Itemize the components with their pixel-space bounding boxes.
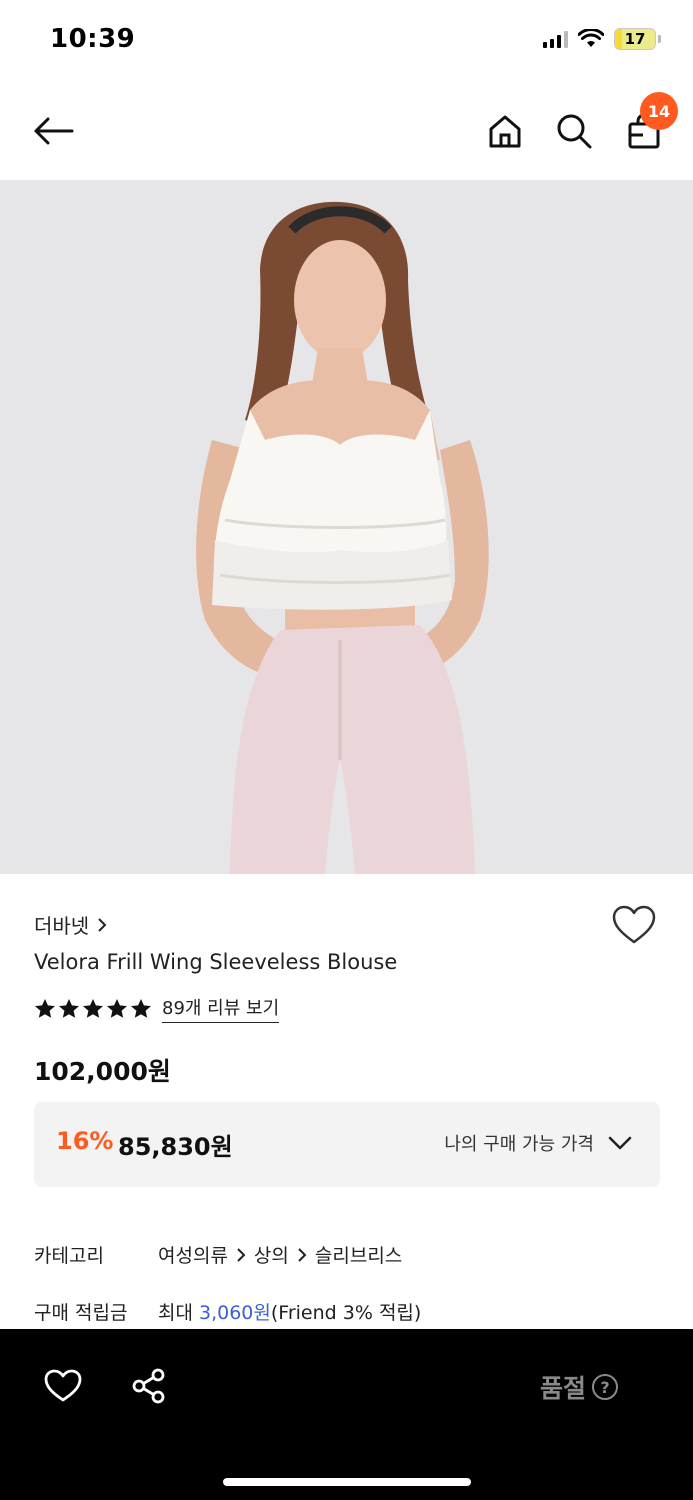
category-item-1[interactable]: 여성의류: [158, 1241, 228, 1268]
wishlist-button[interactable]: [612, 905, 660, 949]
bottom-action-bar: 품절 ?: [0, 1329, 693, 1500]
category-row: 카테고리 여성의류 상의 슬리브리스: [34, 1241, 402, 1268]
brand-name: 더바넷: [34, 914, 90, 938]
star-icon: [83, 999, 103, 1018]
rating-stars: [34, 998, 152, 1019]
star-icon: [107, 999, 127, 1018]
category-path: 여성의류 상의 슬리브리스: [158, 1241, 402, 1268]
points-value: 최대 3,060원(Friend 3% 적립): [158, 1298, 421, 1325]
points-amount: 3,060원: [199, 1302, 271, 1324]
wifi-icon: [578, 29, 604, 47]
points-label: 구매 적립금: [34, 1302, 128, 1324]
original-price: 102,000원: [34, 1057, 171, 1086]
category-item-2[interactable]: 상의: [254, 1241, 289, 1268]
cellular-signal-icon: [543, 30, 568, 48]
back-arrow-icon: [34, 117, 74, 145]
status-bar: 10:39 17: [0, 0, 693, 82]
status-icons: 17: [543, 28, 661, 50]
chevron-right-icon: [98, 917, 107, 932]
battery-level: 17: [624, 30, 646, 48]
back-button[interactable]: [28, 108, 78, 154]
chevron-right-icon: [298, 1247, 307, 1262]
status-time: 10:39: [50, 24, 136, 54]
heart-outline-icon: [44, 1369, 82, 1402]
star-icon: [131, 999, 151, 1018]
chevron-right-icon: [237, 1247, 246, 1262]
my-price-label: 나의 구매 가능 가격: [444, 1134, 594, 1155]
search-button[interactable]: [551, 108, 597, 154]
bottom-wishlist-button[interactable]: [44, 1369, 84, 1405]
review-link[interactable]: 89개 리뷰 보기: [162, 994, 280, 1023]
product-image[interactable]: [0, 180, 693, 874]
my-price-toggle[interactable]: 나의 구매 가능 가격: [444, 1130, 632, 1156]
home-indicator: [223, 1478, 471, 1486]
product-title: Velora Frill Wing Sleeveless Blouse: [34, 950, 398, 974]
discount-price-box[interactable]: 16% 85,830원 나의 구매 가능 가격: [34, 1102, 660, 1187]
points-prefix: 최대: [158, 1302, 199, 1324]
discount-rate: 16%: [56, 1127, 114, 1155]
rating-row: 89개 리뷰 보기: [34, 994, 280, 1023]
star-icon: [35, 999, 55, 1018]
battery-tip: [658, 35, 661, 43]
help-icon[interactable]: ?: [592, 1374, 619, 1400]
points-row: 구매 적립금 최대 3,060원(Friend 3% 적립): [34, 1298, 421, 1325]
top-nav: [0, 82, 693, 180]
product-photo: [0, 180, 693, 874]
sold-out-button[interactable]: 품절 ?: [540, 1369, 619, 1405]
heart-outline-icon: [612, 905, 656, 944]
star-icon: [59, 999, 79, 1018]
share-button[interactable]: [130, 1367, 170, 1407]
category-item-3[interactable]: 슬리브리스: [315, 1241, 402, 1268]
brand-link[interactable]: 더바넷: [34, 910, 107, 939]
sold-out-label: 품절: [540, 1374, 587, 1403]
battery-icon: 17: [614, 28, 656, 50]
home-icon: [489, 115, 521, 148]
points-suffix: (Friend 3% 적립): [270, 1302, 422, 1324]
cart-count-badge: 14: [640, 92, 678, 130]
chevron-down-icon: [608, 1136, 632, 1150]
home-button[interactable]: [482, 108, 528, 154]
category-label: 카테고리: [34, 1245, 104, 1267]
search-icon: [557, 114, 592, 149]
share-icon: [132, 1368, 165, 1404]
discount-price: 85,830원: [118, 1133, 233, 1161]
